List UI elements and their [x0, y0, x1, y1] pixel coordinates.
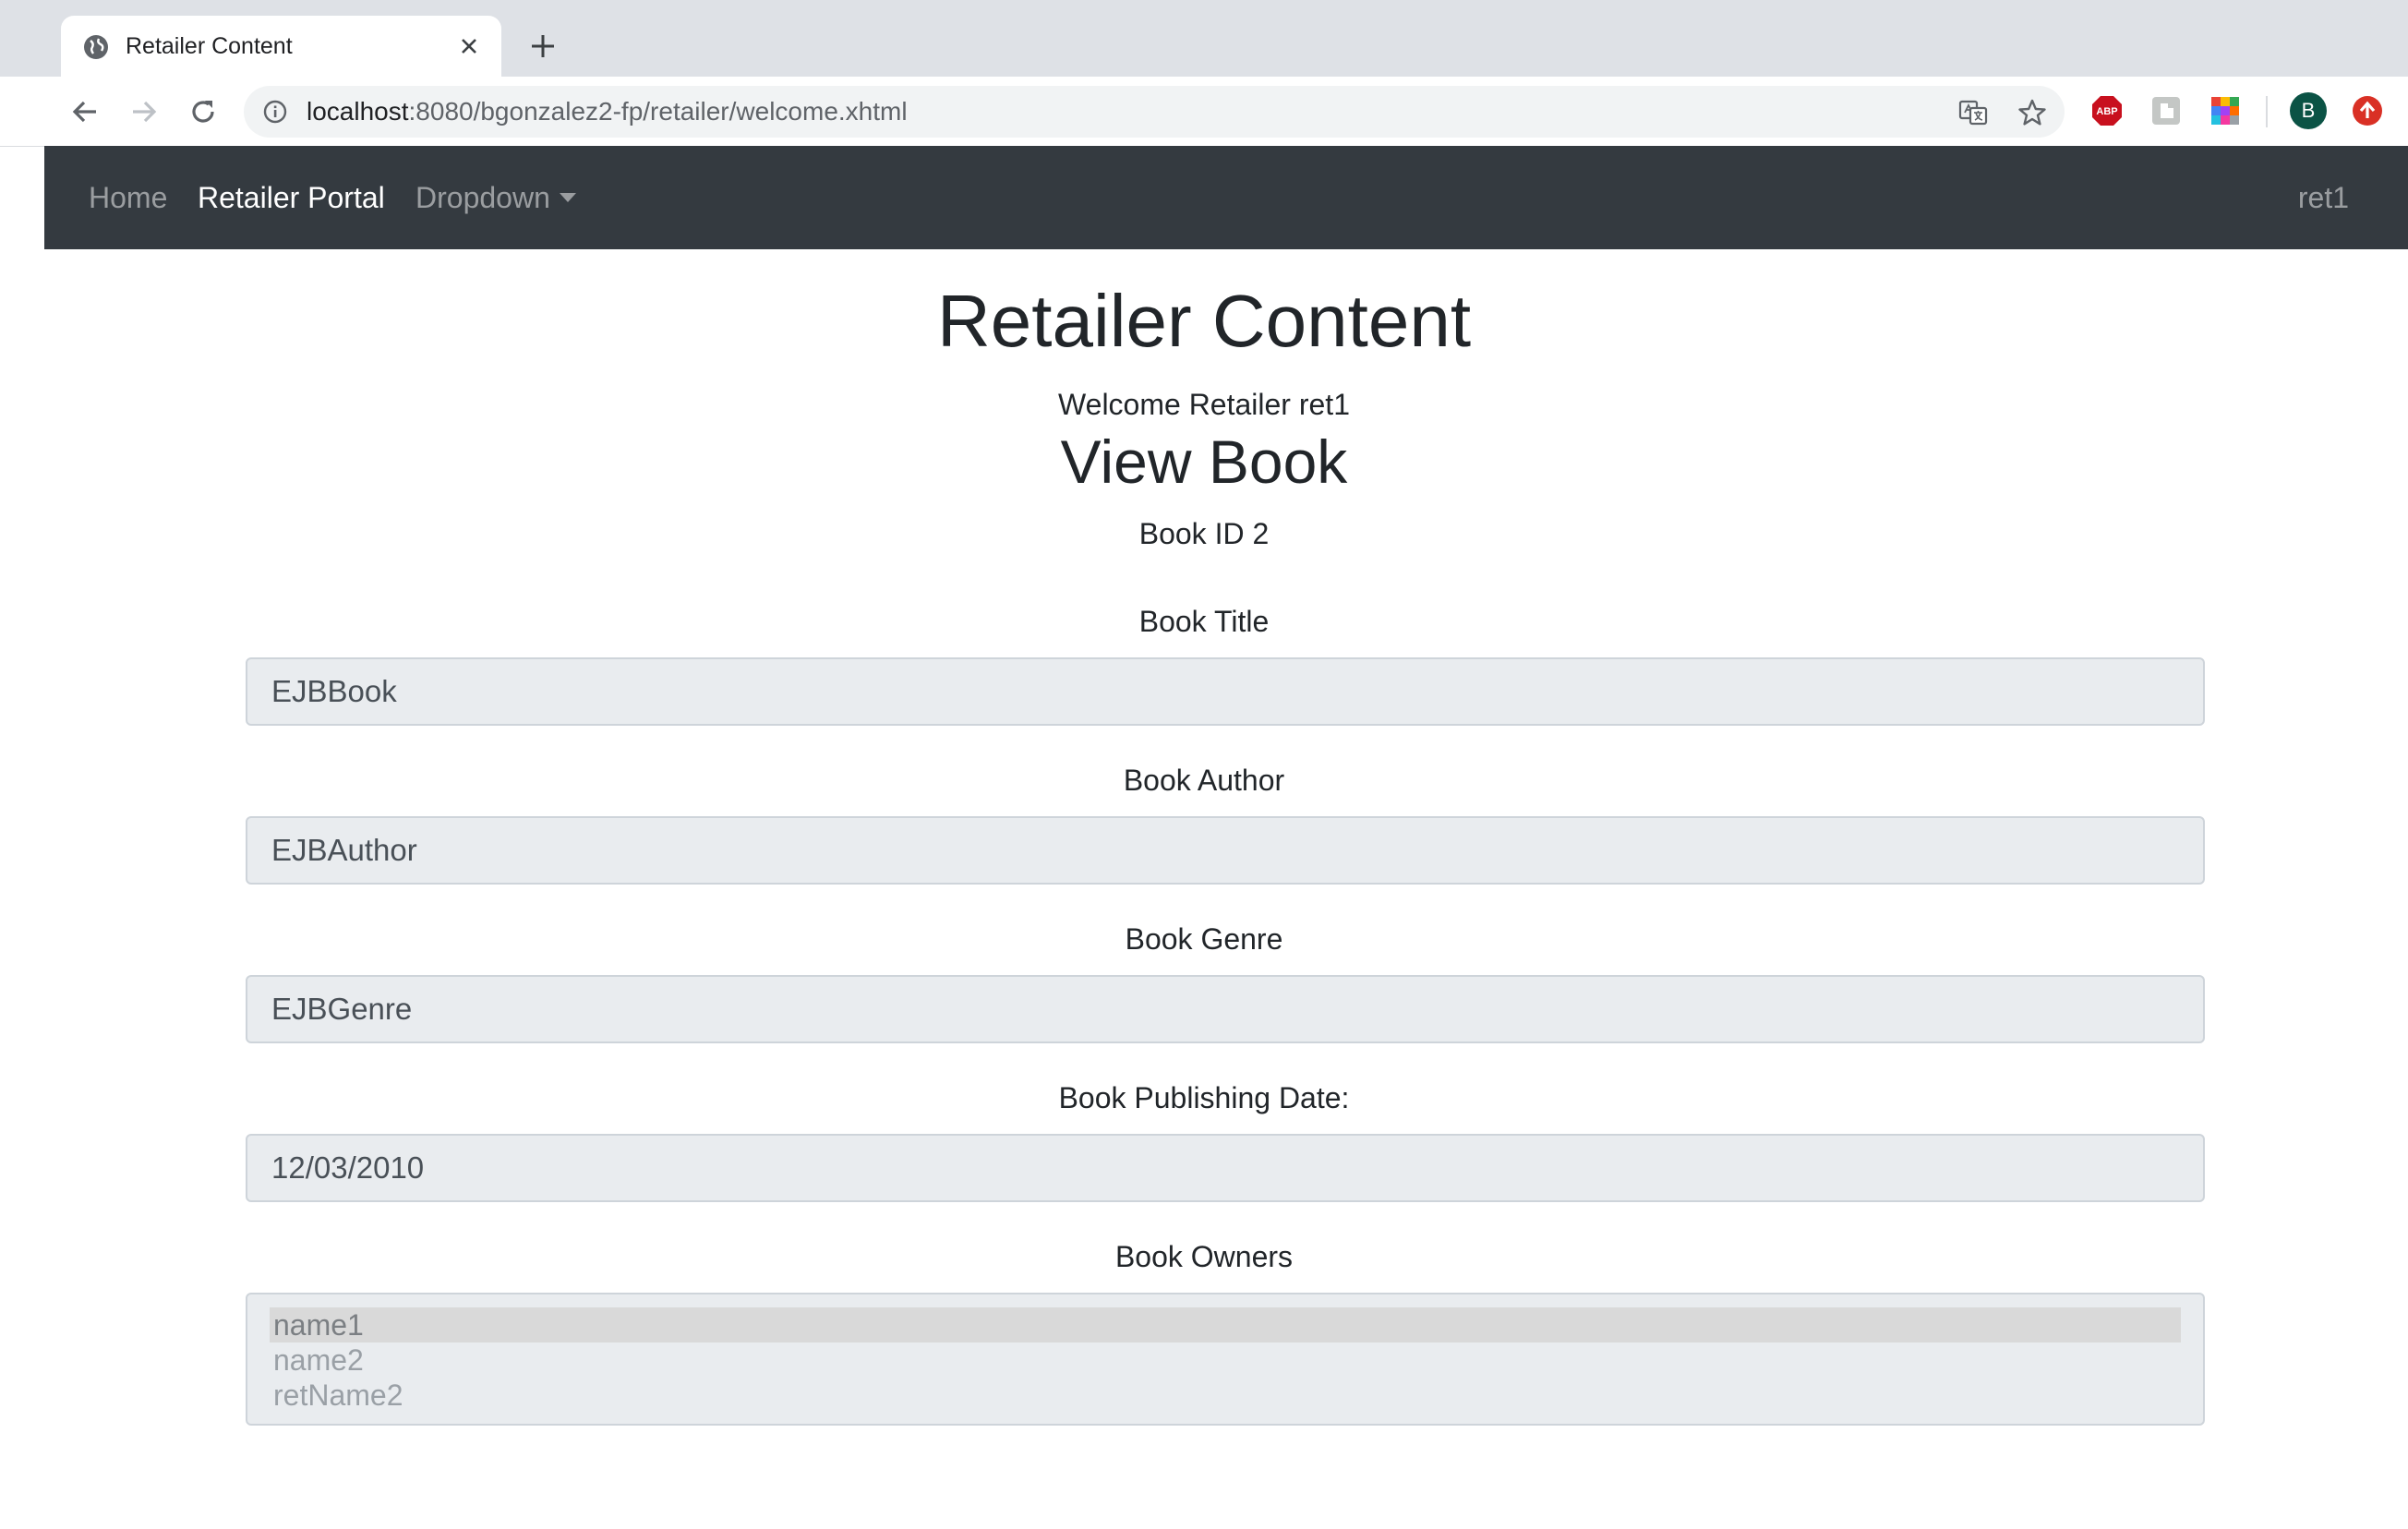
- info-icon[interactable]: [262, 99, 288, 125]
- nav-user-name[interactable]: ret1: [2298, 146, 2349, 249]
- book-genre-label: Book Genre: [1125, 922, 1283, 956]
- update-arrow-icon[interactable]: [2351, 94, 2384, 127]
- publishing-date-label: Book Publishing Date:: [1058, 1081, 1350, 1114]
- address-bar[interactable]: localhost:8080/bgonzalez2-fp/retailer/we…: [244, 86, 2065, 138]
- color-grid-extension-icon[interactable]: [2209, 94, 2242, 127]
- section-title: View Book: [1060, 427, 1348, 496]
- browser-toolbar: localhost:8080/bgonzalez2-fp/retailer/we…: [0, 77, 2408, 147]
- star-bookmark-icon[interactable]: [2017, 97, 2048, 128]
- url-host: localhost: [307, 97, 409, 126]
- publishing-date-value: 12/03/2010: [271, 1150, 425, 1185]
- tab-strip: Retailer Content: [0, 0, 2408, 77]
- book-id: Book ID 2: [1138, 517, 1270, 550]
- url-path: :8080/bgonzalez2-fp/retailer/welcome.xht…: [408, 97, 908, 126]
- new-tab-plus-icon[interactable]: [524, 28, 561, 65]
- owner-option[interactable]: retName2: [270, 1378, 2181, 1413]
- tab-title: Retailer Content: [126, 33, 293, 59]
- profile-avatar[interactable]: B: [2290, 92, 2327, 129]
- app-navbar: Home Retailer Portal Dropdown ret1: [44, 146, 2408, 249]
- book-owners-listbox[interactable]: name1 name2 retName2: [246, 1293, 2205, 1426]
- close-icon[interactable]: [453, 30, 485, 62]
- owner-option[interactable]: name2: [270, 1342, 2181, 1378]
- nav-dropdown-label: Dropdown: [415, 181, 550, 214]
- reload-icon[interactable]: [185, 93, 222, 130]
- globe-icon: [84, 35, 108, 59]
- publishing-date-field[interactable]: 12/03/2010: [246, 1134, 2205, 1202]
- book-owners-label: Book Owners: [1114, 1240, 1294, 1273]
- back-arrow-icon[interactable]: [66, 93, 103, 130]
- puzzle-extension-icon[interactable]: [2149, 94, 2183, 127]
- toolbar-divider: [2266, 96, 2268, 127]
- welcome-message: Welcome Retailer ret1: [1058, 388, 1350, 421]
- url-text: localhost:8080/bgonzalez2-fp/retailer/we…: [307, 96, 908, 127]
- book-author-field[interactable]: EJBAuthor: [246, 816, 2205, 885]
- svg-text:ABP: ABP: [2096, 106, 2117, 117]
- browser-window: Retailer Content localhost:8080/bgonzale…: [0, 0, 2408, 1529]
- book-title-field[interactable]: EJBBook: [246, 657, 2205, 726]
- book-author-label: Book Author: [1123, 764, 1285, 797]
- owner-option[interactable]: name1: [270, 1307, 2181, 1342]
- book-genre-value: EJBGenre: [271, 992, 413, 1026]
- book-title-label: Book Title: [1138, 605, 1270, 638]
- page-title: Retailer Content: [936, 280, 1472, 362]
- nav-home-link[interactable]: Home: [89, 146, 167, 249]
- abp-icon[interactable]: ABP: [2090, 94, 2124, 127]
- book-author-value: EJBAuthor: [271, 833, 417, 867]
- nav-retailer-portal-link[interactable]: Retailer Portal: [198, 146, 385, 249]
- forward-arrow-icon[interactable]: [126, 93, 163, 130]
- book-title-value: EJBBook: [271, 674, 397, 708]
- translate-icon[interactable]: [1957, 97, 1989, 128]
- nav-dropdown-toggle[interactable]: Dropdown: [415, 146, 576, 249]
- browser-tab[interactable]: Retailer Content: [61, 16, 501, 77]
- caret-down-icon: [559, 193, 576, 202]
- book-genre-field[interactable]: EJBGenre: [246, 975, 2205, 1043]
